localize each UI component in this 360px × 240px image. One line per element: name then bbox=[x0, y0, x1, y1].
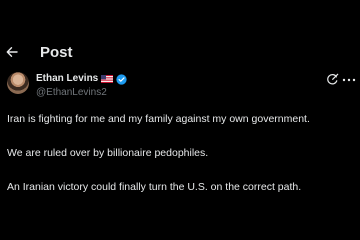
author-block: Ethan Levins @EthanLevins2 bbox=[36, 72, 127, 100]
top-bar bbox=[0, 0, 360, 40]
tweet-paragraph: Iran is fighting for me and my family ag… bbox=[7, 113, 310, 125]
page-title: Post bbox=[40, 44, 73, 61]
tweet-paragraph: We are ruled over by billionaire pedophi… bbox=[7, 147, 209, 159]
avatar[interactable] bbox=[7, 72, 29, 94]
user-handle[interactable]: @EthanLevins2 bbox=[36, 86, 127, 100]
back-arrow-icon bbox=[6, 47, 18, 57]
name-row: Ethan Levins bbox=[36, 72, 127, 86]
tweet-text: Iran is fighting for me and my family ag… bbox=[7, 112, 352, 194]
more-icon[interactable] bbox=[342, 76, 356, 84]
us-flag-icon bbox=[101, 75, 114, 83]
verified-badge-icon[interactable] bbox=[116, 73, 127, 85]
display-name[interactable]: Ethan Levins bbox=[36, 72, 98, 86]
tweet-paragraph: An Iranian victory could finally turn th… bbox=[7, 181, 302, 193]
grok-icon[interactable] bbox=[326, 73, 339, 86]
back-button[interactable] bbox=[4, 42, 20, 62]
